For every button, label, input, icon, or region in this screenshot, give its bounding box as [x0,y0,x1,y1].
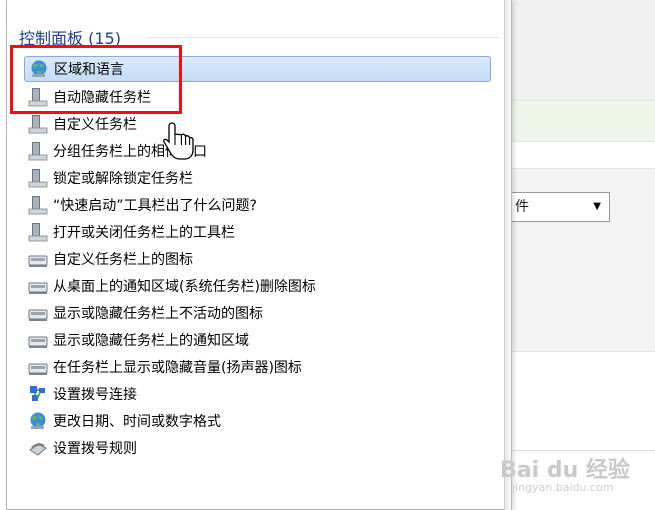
header-divider [147,37,499,38]
taskbar-icon [28,114,48,134]
globe-icon [28,411,48,431]
result-item[interactable]: 显示或隐藏任务栏上不活动的图标 [24,300,491,326]
result-item[interactable]: 在任务栏上显示或隐藏音量(扬声器)图标 [24,354,491,380]
result-item[interactable]: 分组任务栏上的相似窗口 [24,138,491,164]
result-item[interactable]: 设置拨号规则 [24,435,491,461]
notification-area-icon [28,276,48,296]
result-item[interactable]: “快速启动”工具栏出了什么问题? [24,192,491,218]
notification-area-icon [28,249,48,269]
baidu-watermark: Bai du 经验 [500,458,630,483]
result-item-label: 自定义任务栏上的图标 [53,252,193,268]
result-item-label: 设置拨号连接 [53,387,137,403]
result-item-label: 显示或隐藏任务栏上不活动的图标 [53,306,263,322]
taskbar-icon [28,222,48,242]
result-item[interactable]: 设置拨号连接 [24,381,491,407]
result-item[interactable]: 锁定或解除锁定任务栏 [24,165,491,191]
highlight-annotation-box [10,45,182,114]
notification-area-icon [28,330,48,350]
background-dropdown-value: 件 [515,199,529,215]
background-divider [505,450,655,451]
notification-area-icon [28,357,48,377]
result-item-label: 更改日期、时间或数字格式 [53,414,221,430]
result-item[interactable]: 从桌面上的通知区域(系统任务栏)删除图标 [24,273,491,299]
background-dropdown[interactable]: 件 ▼ [500,192,610,222]
taskbar-icon [28,141,48,161]
result-item[interactable]: 显示或隐藏任务栏上的通知区域 [24,327,491,353]
result-item[interactable]: 打开或关闭任务栏上的工具栏 [24,219,491,245]
hand-cursor-icon [163,122,194,160]
taskbar-icon [28,195,48,215]
result-item-label: 设置拨号规则 [53,441,137,457]
result-item-label: 锁定或解除锁定任务栏 [53,171,193,187]
dropdown-arrow-icon: ▼ [593,201,601,212]
result-item[interactable]: 自定义任务栏 [24,111,491,137]
network-icon [28,384,48,404]
baidu-watermark-url: jingyan.baidu.com [512,481,614,494]
notification-area-icon [28,303,48,323]
result-item[interactable]: 自定义任务栏上的图标 [24,246,491,272]
result-item-label: 打开或关闭任务栏上的工具栏 [53,225,235,241]
background-window-top [505,0,655,100]
result-item-label: 从桌面上的通知区域(系统任务栏)删除图标 [53,279,316,295]
taskbar-icon [28,168,48,188]
result-item[interactable]: 更改日期、时间或数字格式 [24,408,491,434]
background-green-bar [505,100,655,142]
result-item-label: 自定义任务栏 [53,117,137,133]
result-item-label: 在任务栏上显示或隐藏音量(扬声器)图标 [53,360,302,376]
result-item-label: 显示或隐藏任务栏上的通知区域 [53,333,249,349]
result-item-label: “快速启动”工具栏出了什么问题? [53,198,257,214]
phone-icon [28,438,48,458]
